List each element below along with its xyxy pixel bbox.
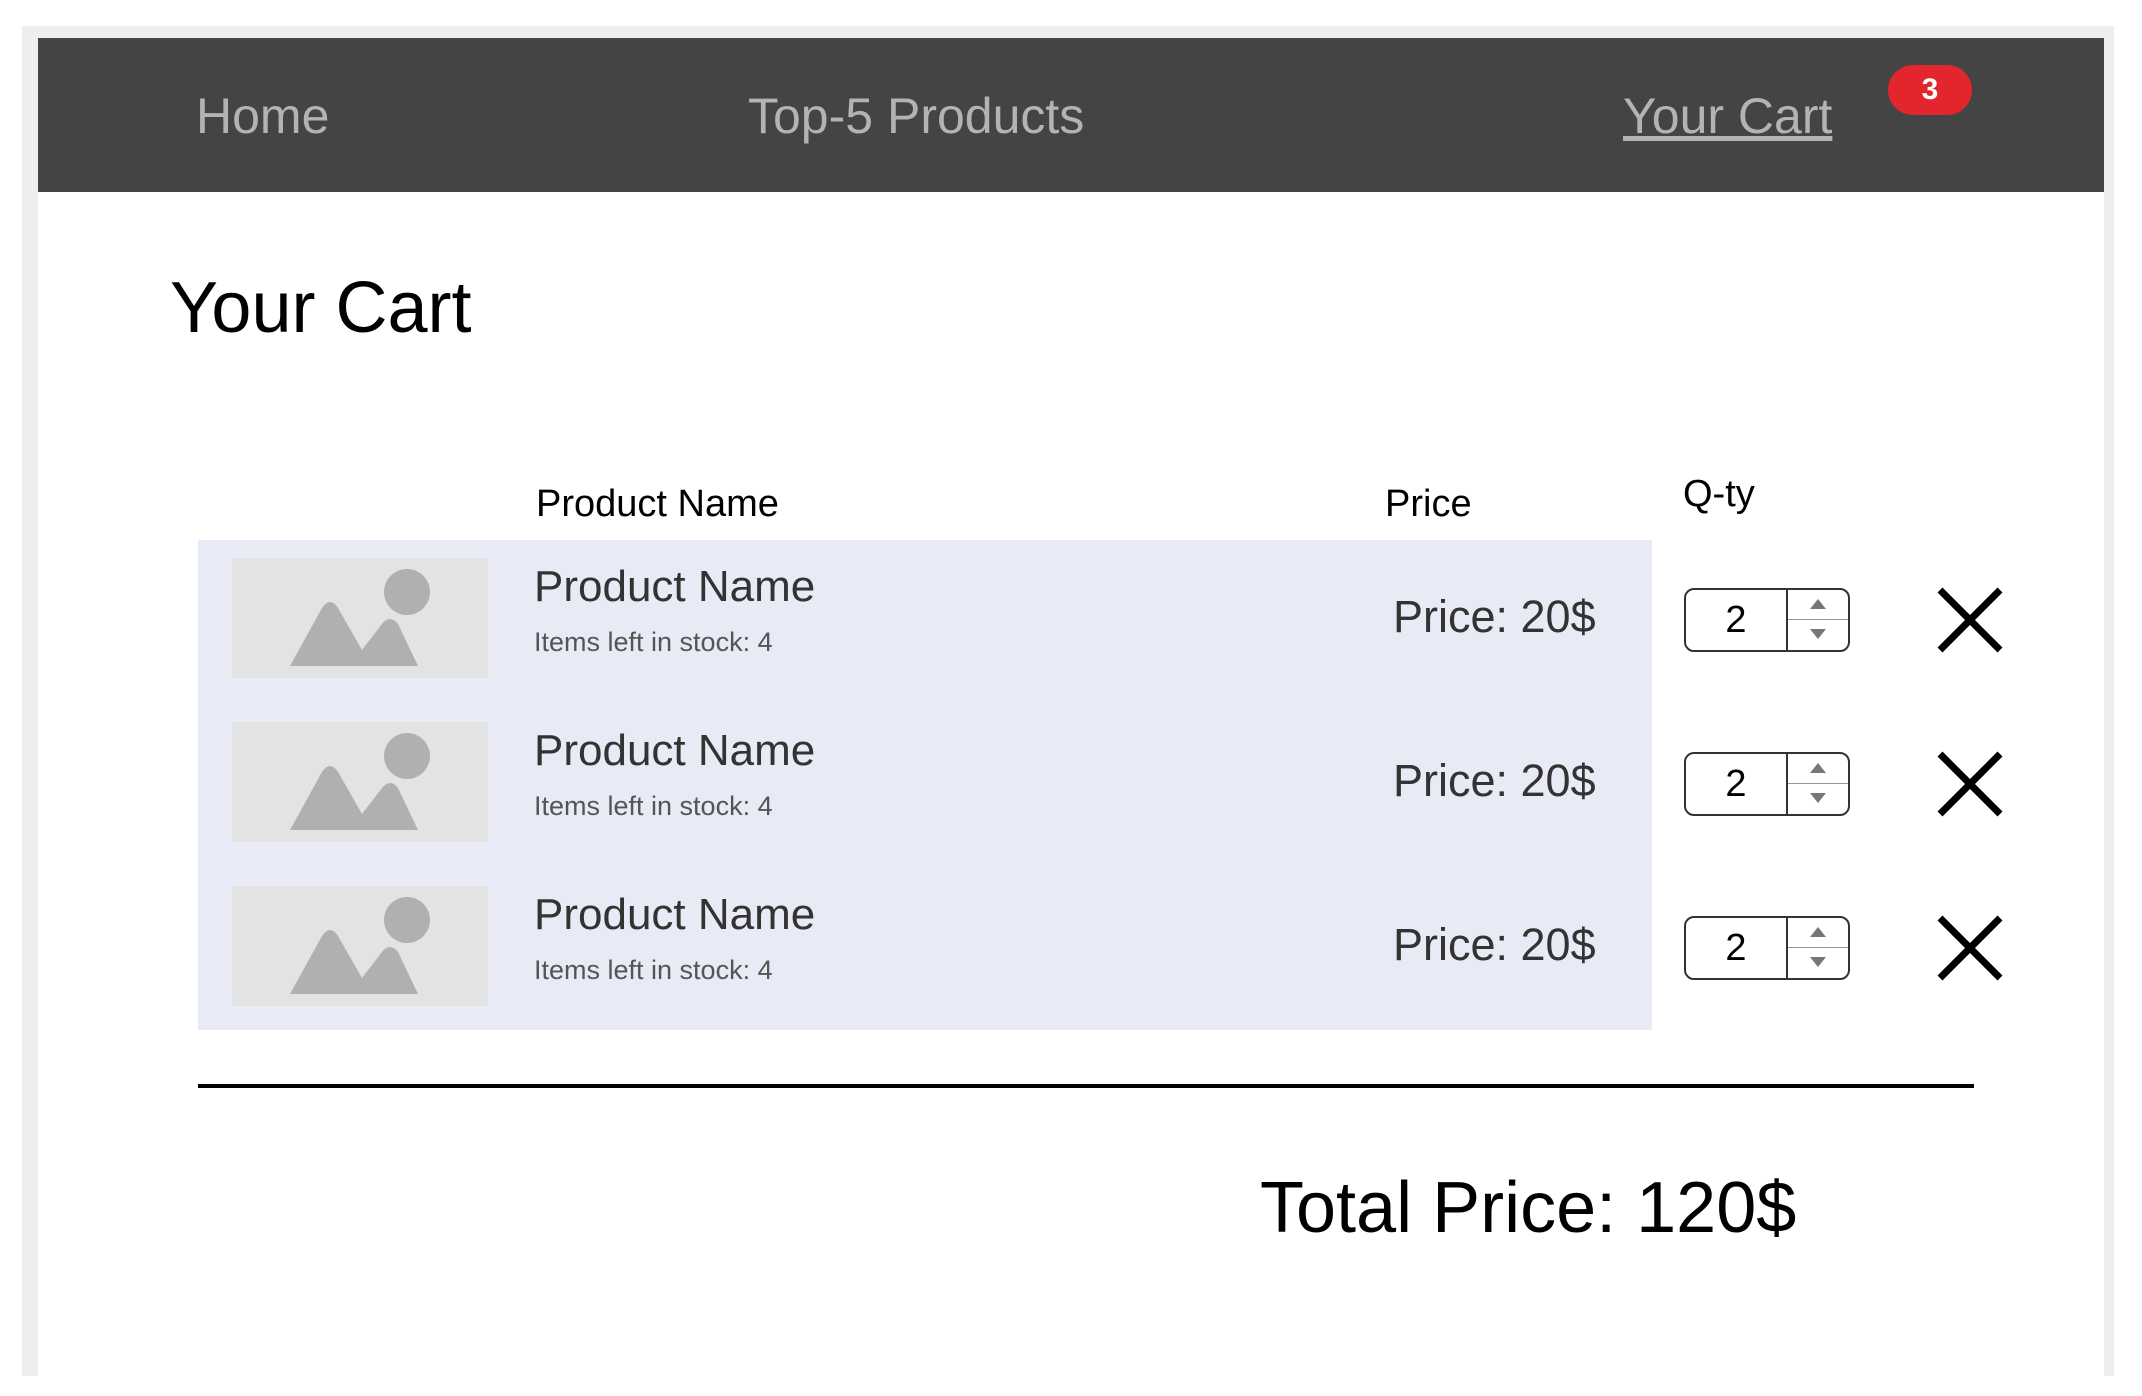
quantity-input[interactable]: 2 [1686, 754, 1786, 814]
close-icon [1937, 587, 2003, 653]
page-title: Your Cart [170, 268, 472, 348]
cart-item-row: Product Name Items left in stock: 4 Pric… [38, 540, 2104, 704]
quantity-arrows [1786, 590, 1848, 650]
column-header-product-name: Product Name [536, 483, 779, 525]
product-price: Price: 20$ [1393, 755, 1596, 806]
nav-top-products-link[interactable]: Top-5 Products [748, 86, 1084, 146]
nav-cart-link[interactable]: Your Cart [1623, 86, 1832, 146]
quantity-stepper[interactable]: 2 [1684, 916, 1850, 980]
caret-down-icon [1810, 629, 1826, 639]
caret-down-icon [1810, 957, 1826, 967]
cart-count-badge: 3 [1888, 65, 1972, 115]
column-header-quantity: Q-ty [1683, 473, 1755, 515]
stock-info: Items left in stock: 4 [534, 791, 773, 821]
stock-info: Items left in stock: 4 [534, 955, 773, 985]
nav-home-link[interactable]: Home [196, 86, 329, 146]
remove-item-button[interactable] [1934, 584, 2006, 656]
cart-item-row: Product Name Items left in stock: 4 Pric… [38, 704, 2104, 868]
quantity-increment-button[interactable] [1788, 754, 1848, 784]
total-price: Total Price: 120$ [1260, 1168, 1797, 1248]
navbar: Home Top-5 Products Your Cart 3 [38, 38, 2104, 192]
quantity-input[interactable]: 2 [1686, 918, 1786, 978]
quantity-input[interactable]: 2 [1686, 590, 1786, 650]
product-name[interactable]: Product Name [534, 726, 815, 776]
close-icon [1937, 915, 2003, 981]
product-price: Price: 20$ [1393, 919, 1596, 970]
quantity-arrows [1786, 754, 1848, 814]
column-header-price: Price [1385, 483, 1472, 525]
product-thumbnail [232, 886, 488, 1006]
page: Home Top-5 Products Your Cart 3 Your Car… [38, 38, 2104, 1376]
quantity-stepper[interactable]: 2 [1684, 752, 1850, 816]
product-thumbnail [232, 558, 488, 678]
caret-up-icon [1810, 763, 1826, 773]
quantity-arrows [1786, 918, 1848, 978]
quantity-decrement-button[interactable] [1788, 784, 1848, 814]
quantity-increment-button[interactable] [1788, 590, 1848, 620]
product-name[interactable]: Product Name [534, 562, 815, 612]
product-price: Price: 20$ [1393, 591, 1596, 642]
remove-item-button[interactable] [1934, 912, 2006, 984]
total-divider [198, 1084, 1974, 1088]
stock-info: Items left in stock: 4 [534, 627, 773, 657]
quantity-increment-button[interactable] [1788, 918, 1848, 948]
image-placeholder-icon [290, 569, 430, 666]
caret-down-icon [1810, 793, 1826, 803]
remove-item-button[interactable] [1934, 748, 2006, 820]
product-thumbnail [232, 722, 488, 842]
cart-item-row: Product Name Items left in stock: 4 Pric… [38, 868, 2104, 1032]
caret-up-icon [1810, 927, 1826, 937]
quantity-decrement-button[interactable] [1788, 620, 1848, 650]
quantity-stepper[interactable]: 2 [1684, 588, 1850, 652]
product-name[interactable]: Product Name [534, 890, 815, 940]
image-placeholder-icon [290, 897, 430, 994]
image-placeholder-icon [290, 733, 430, 830]
close-icon [1937, 751, 2003, 817]
quantity-decrement-button[interactable] [1788, 948, 1848, 978]
caret-up-icon [1810, 599, 1826, 609]
